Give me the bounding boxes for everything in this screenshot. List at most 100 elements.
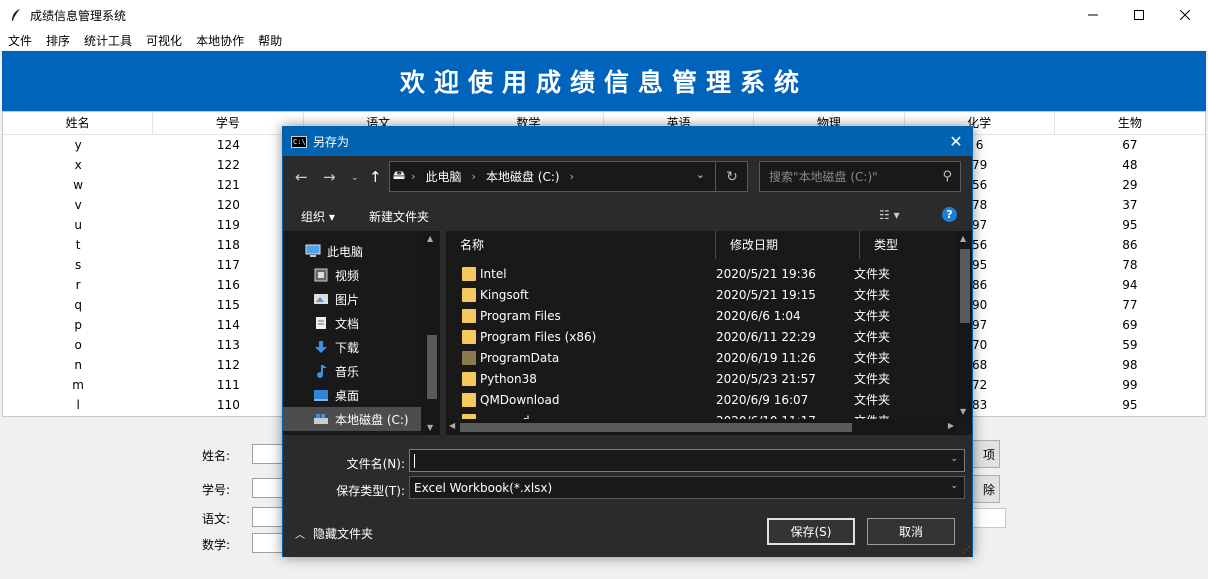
search-box[interactable]: ⚲ xyxy=(759,161,961,192)
column-date[interactable]: 修改日期 xyxy=(716,231,860,259)
scroll-down-icon[interactable]: ▼ xyxy=(960,407,966,416)
math-input[interactable] xyxy=(252,533,284,553)
query-button-label: 项 xyxy=(982,447,995,462)
breadcrumb-c-drive[interactable]: 本地磁盘 (C:) xyxy=(486,168,560,185)
menu-collab[interactable]: 本地协作 xyxy=(196,32,244,49)
menu-help[interactable]: 帮助 xyxy=(258,32,282,49)
nav-item[interactable]: 图片 xyxy=(283,287,440,311)
organize-button[interactable]: 组织 ▾ xyxy=(301,208,335,225)
file-row[interactable]: Intel 2020/5/21 19:36 文件夹 xyxy=(446,263,958,284)
scroll-up-icon[interactable]: ▲ xyxy=(960,234,966,243)
menu-sort[interactable]: 排序 xyxy=(46,32,70,49)
folder-icon xyxy=(462,287,476,302)
document-icon xyxy=(313,316,329,330)
chinese-input[interactable] xyxy=(252,507,284,527)
cell-biology: 94 xyxy=(1122,278,1138,292)
side-input[interactable] xyxy=(970,508,1006,528)
file-vscroll-thumb[interactable] xyxy=(960,249,970,323)
cell-biology: 77 xyxy=(1122,298,1138,312)
filetype-select[interactable]: Excel Workbook(*.xlsx) ⌄ xyxy=(409,476,965,499)
filename-input[interactable]: ⌄ xyxy=(409,449,965,472)
file-date: 2020/6/19 11:26 xyxy=(716,350,816,365)
id-input[interactable] xyxy=(252,478,284,498)
search-icon[interactable]: ⚲ xyxy=(942,169,952,184)
file-row[interactable]: Program Files 2020/6/6 1:04 文件夹 xyxy=(446,305,958,326)
breadcrumb-this-pc[interactable]: 此电脑 xyxy=(426,168,462,185)
column-header[interactable]: 学号 xyxy=(153,112,304,134)
nav-item[interactable]: 此电脑 xyxy=(283,239,440,263)
nav-scroll-thumb[interactable] xyxy=(427,335,437,399)
cell-biology: 69 xyxy=(1122,318,1138,332)
scroll-right-icon[interactable]: ▶ xyxy=(948,421,954,430)
nav-item[interactable]: 文档 xyxy=(283,311,440,335)
close-icon[interactable] xyxy=(1162,0,1208,30)
save-button[interactable]: 保存(S) xyxy=(767,518,855,545)
file-hscrollbar[interactable]: ◀ ▶ xyxy=(446,419,957,435)
cancel-button[interactable]: 取消 xyxy=(867,518,955,545)
search-input[interactable] xyxy=(769,169,929,184)
recent-locations-icon[interactable]: ⌄ xyxy=(351,173,359,183)
cell-biology: 67 xyxy=(1122,138,1138,152)
nav-item[interactable]: 下载 xyxy=(283,335,440,359)
file-row[interactable]: QMDownload 2020/6/9 16:07 文件夹 xyxy=(446,389,958,410)
help-icon[interactable]: ? xyxy=(942,207,957,222)
file-row[interactable]: ProgramData 2020/6/19 11:26 文件夹 xyxy=(446,347,958,368)
dialog-close-icon[interactable]: ✕ xyxy=(940,127,972,156)
cell-name: m xyxy=(72,378,84,392)
file-name-cell: Intel xyxy=(446,266,702,281)
cell-id: 120 xyxy=(216,198,240,212)
nav-item-label: 音乐 xyxy=(335,364,360,379)
view-options-icon[interactable]: ☷ ▾ xyxy=(879,208,900,222)
forward-arrow-icon[interactable]: → xyxy=(323,168,336,186)
hide-folders-toggle[interactable]: ︿ 隐藏文件夹 xyxy=(295,525,373,542)
navigation-bar: ← → ⌄ ↑ 🖴 › 此电脑 › 本地磁盘 (C:) › ⌄ ↻ ⚲ xyxy=(283,156,972,200)
file-name: Program Files (x86) xyxy=(480,329,597,344)
new-folder-button[interactable]: 新建文件夹 xyxy=(369,208,429,225)
nav-item[interactable]: 本地磁盘 (C:) xyxy=(283,407,421,431)
maximize-icon[interactable] xyxy=(1116,0,1162,30)
cell-id: 118 xyxy=(216,238,240,252)
file-row[interactable]: Python38 2020/5/23 21:57 文件夹 xyxy=(446,368,958,389)
minimize-icon[interactable] xyxy=(1070,0,1116,30)
up-arrow-icon[interactable]: ↑ xyxy=(369,168,382,186)
nav-item[interactable]: 音乐 xyxy=(283,359,440,383)
resize-grip-icon[interactable]: ⋰ xyxy=(962,545,970,554)
refresh-icon[interactable]: ↻ xyxy=(715,161,748,192)
address-dropdown-icon[interactable]: ⌄ xyxy=(696,168,705,181)
file-row[interactable]: Kingsoft 2020/5/21 19:15 文件夹 xyxy=(446,284,958,305)
scroll-down-icon[interactable]: ▼ xyxy=(427,423,433,432)
chevron-down-icon[interactable]: ⌄ xyxy=(950,481,958,491)
drive-breadcrumb-icon: 🖴 xyxy=(393,168,406,182)
scroll-left-icon[interactable]: ◀ xyxy=(449,421,455,430)
file-row[interactable]: Program Files (x86) 2020/6/11 22:29 文件夹 xyxy=(446,326,958,347)
file-date: 2020/6/6 1:04 xyxy=(716,308,801,323)
menu-visualize[interactable]: 可视化 xyxy=(146,32,182,49)
scroll-up-icon[interactable]: ▲ xyxy=(427,234,433,243)
hide-folders-label: 隐藏文件夹 xyxy=(313,527,374,541)
chevron-down-icon[interactable]: ⌄ xyxy=(950,454,958,464)
nav-item[interactable]: 视频 xyxy=(283,263,440,287)
column-name[interactable]: 名称 xyxy=(446,231,716,259)
nav-item-label: 下载 xyxy=(335,340,360,355)
file-type: 文件夹 xyxy=(854,288,891,302)
menu-stats[interactable]: 统计工具 xyxy=(84,32,132,49)
breadcrumb-separator-icon: › xyxy=(411,170,416,183)
cell-name: l xyxy=(76,398,80,412)
address-bar[interactable]: 🖴 › 此电脑 › 本地磁盘 (C:) › ⌄ xyxy=(389,161,748,192)
window-title: 成绩信息管理系统 xyxy=(30,8,127,23)
file-hscroll-thumb[interactable] xyxy=(460,423,852,432)
cell-name: x xyxy=(74,158,82,172)
column-header[interactable]: 姓名 xyxy=(3,112,154,134)
back-arrow-icon[interactable]: ← xyxy=(295,168,308,186)
nav-scrollbar[interactable]: ▲ ▼ xyxy=(423,231,440,435)
menu-file[interactable]: 文件 xyxy=(8,32,32,49)
file-name: Program Files xyxy=(480,308,561,323)
name-input[interactable] xyxy=(252,444,284,464)
filetype-value: Excel Workbook(*.xlsx) xyxy=(414,480,553,495)
cell-id: 115 xyxy=(216,298,240,312)
column-type[interactable]: 类型 xyxy=(860,231,958,259)
file-vscrollbar[interactable]: ▲ ▼ xyxy=(957,231,972,419)
nav-item[interactable]: 桌面 xyxy=(283,383,440,407)
file-name-cell: Python38 xyxy=(446,371,702,386)
column-header[interactable]: 生物 xyxy=(1055,112,1205,134)
